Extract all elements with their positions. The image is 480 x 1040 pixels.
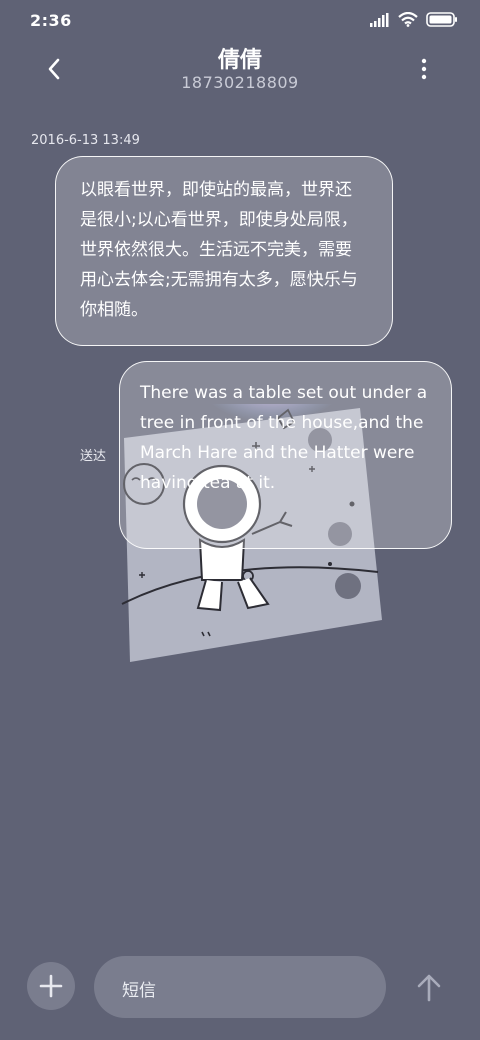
signal-icon (370, 12, 389, 27)
sent-message-text: There was a table set out under a tree i… (140, 383, 428, 493)
add-attachment-button[interactable] (27, 962, 75, 1010)
plus-icon (39, 974, 63, 998)
received-message-text: 以眼看世界，即使站的最高，世界还是很小;以心看世界，即使身处局限，世界依然很大。… (80, 180, 358, 320)
message-timestamp: 2016-6-13 13:49 (31, 133, 140, 148)
contact-name: 倩倩 (217, 48, 262, 73)
status-icons (370, 12, 458, 27)
sent-message-bubble[interactable]: There was a table set out under a tree i… (119, 361, 452, 549)
delivery-status: 送达 (80, 449, 107, 464)
more-icon[interactable] (412, 56, 436, 82)
message-input-placeholder: 短信 (122, 981, 156, 1001)
message-input[interactable]: 短信 (94, 956, 386, 1018)
status-bar: 2:36 (0, 0, 480, 40)
received-message-bubble[interactable]: 以眼看世界，即使站的最高，世界还是很小;以心看世界，即使身处局限，世界依然很大。… (55, 156, 393, 346)
wifi-icon (398, 12, 418, 27)
contact-phone-number: 18730218809 (181, 73, 299, 92)
message-composer: 短信 (0, 950, 480, 1030)
conversation-header: 倩倩 18730218809 (0, 40, 480, 110)
send-arrow-icon[interactable] (412, 970, 446, 1004)
battery-icon (426, 12, 457, 27)
status-time: 2:36 (30, 11, 72, 30)
